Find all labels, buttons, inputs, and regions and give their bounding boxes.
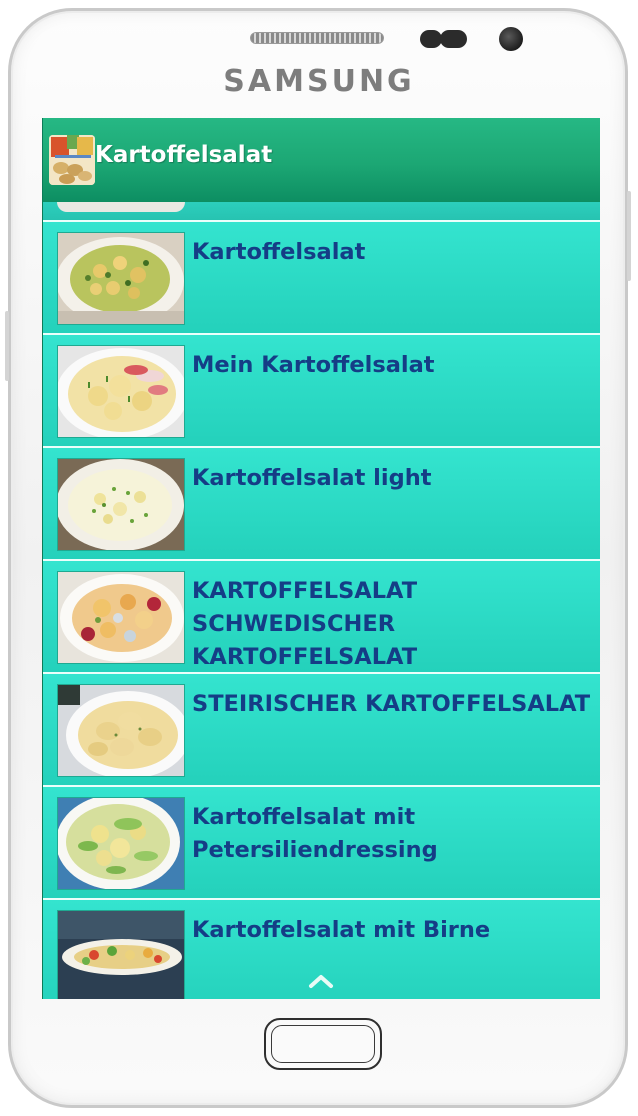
list-item[interactable]: Kartoffelsalat light <box>43 448 600 561</box>
item-title: Kartoffelsalat light <box>192 465 432 491</box>
potato-salad-parsley-photo <box>57 797 185 890</box>
item-title: Mein Kartoffelsalat <box>192 352 435 378</box>
potato-salad-radish-photo <box>57 345 185 438</box>
item-title: KARTOFFELSALAT SCHWEDISCHER KARTOFFELSAL… <box>192 578 418 670</box>
item-title: Kartoffelsalat mit Birne <box>192 917 491 943</box>
list-item[interactable]: Kartoffelsalat mit Petersiliendressing <box>43 787 600 900</box>
device-brand: SAMSUNG <box>223 64 415 99</box>
app-bar: Kartoffelsalat <box>43 118 600 202</box>
list-item[interactable]: KARTOFFELSALAT SCHWEDISCHER KARTOFFELSAL… <box>43 561 600 674</box>
front-camera <box>499 27 523 51</box>
volume-button <box>5 311 9 381</box>
chevron-up-icon <box>309 975 333 988</box>
app-logo-icon <box>49 135 95 185</box>
potato-salad-pear-photo <box>57 910 185 999</box>
app-screen: Kartoffelsalat Kartoffelsalat Mein Karto… <box>42 118 600 999</box>
power-button <box>627 191 631 281</box>
item-title: Kartoffelsalat <box>192 239 366 265</box>
list-item-partial[interactable] <box>43 202 600 222</box>
styrian-potato-salad-photo <box>57 684 185 777</box>
list-item[interactable]: Kartoffelsalat <box>43 222 600 335</box>
scroll-up-button[interactable] <box>303 969 339 993</box>
light-sensor <box>440 30 467 48</box>
potato-salad-herbs-photo <box>57 232 185 325</box>
home-button[interactable] <box>264 1018 382 1070</box>
partial-thumbnail <box>57 202 185 212</box>
app-title: Kartoffelsalat <box>95 142 273 168</box>
proximity-sensor <box>420 30 442 48</box>
item-title: Kartoffelsalat mit Petersiliendressing <box>192 804 438 863</box>
item-title: STEIRISCHER KARTOFFELSALAT <box>192 691 591 717</box>
earpiece-speaker <box>250 32 384 44</box>
swedish-potato-salad-photo <box>57 571 185 664</box>
recipe-list[interactable]: Kartoffelsalat Mein Kartoffelsalat Karto… <box>43 202 600 999</box>
potato-salad-light-photo <box>57 458 185 551</box>
list-item[interactable]: STEIRISCHER KARTOFFELSALAT <box>43 674 600 787</box>
list-item[interactable]: Mein Kartoffelsalat <box>43 335 600 448</box>
